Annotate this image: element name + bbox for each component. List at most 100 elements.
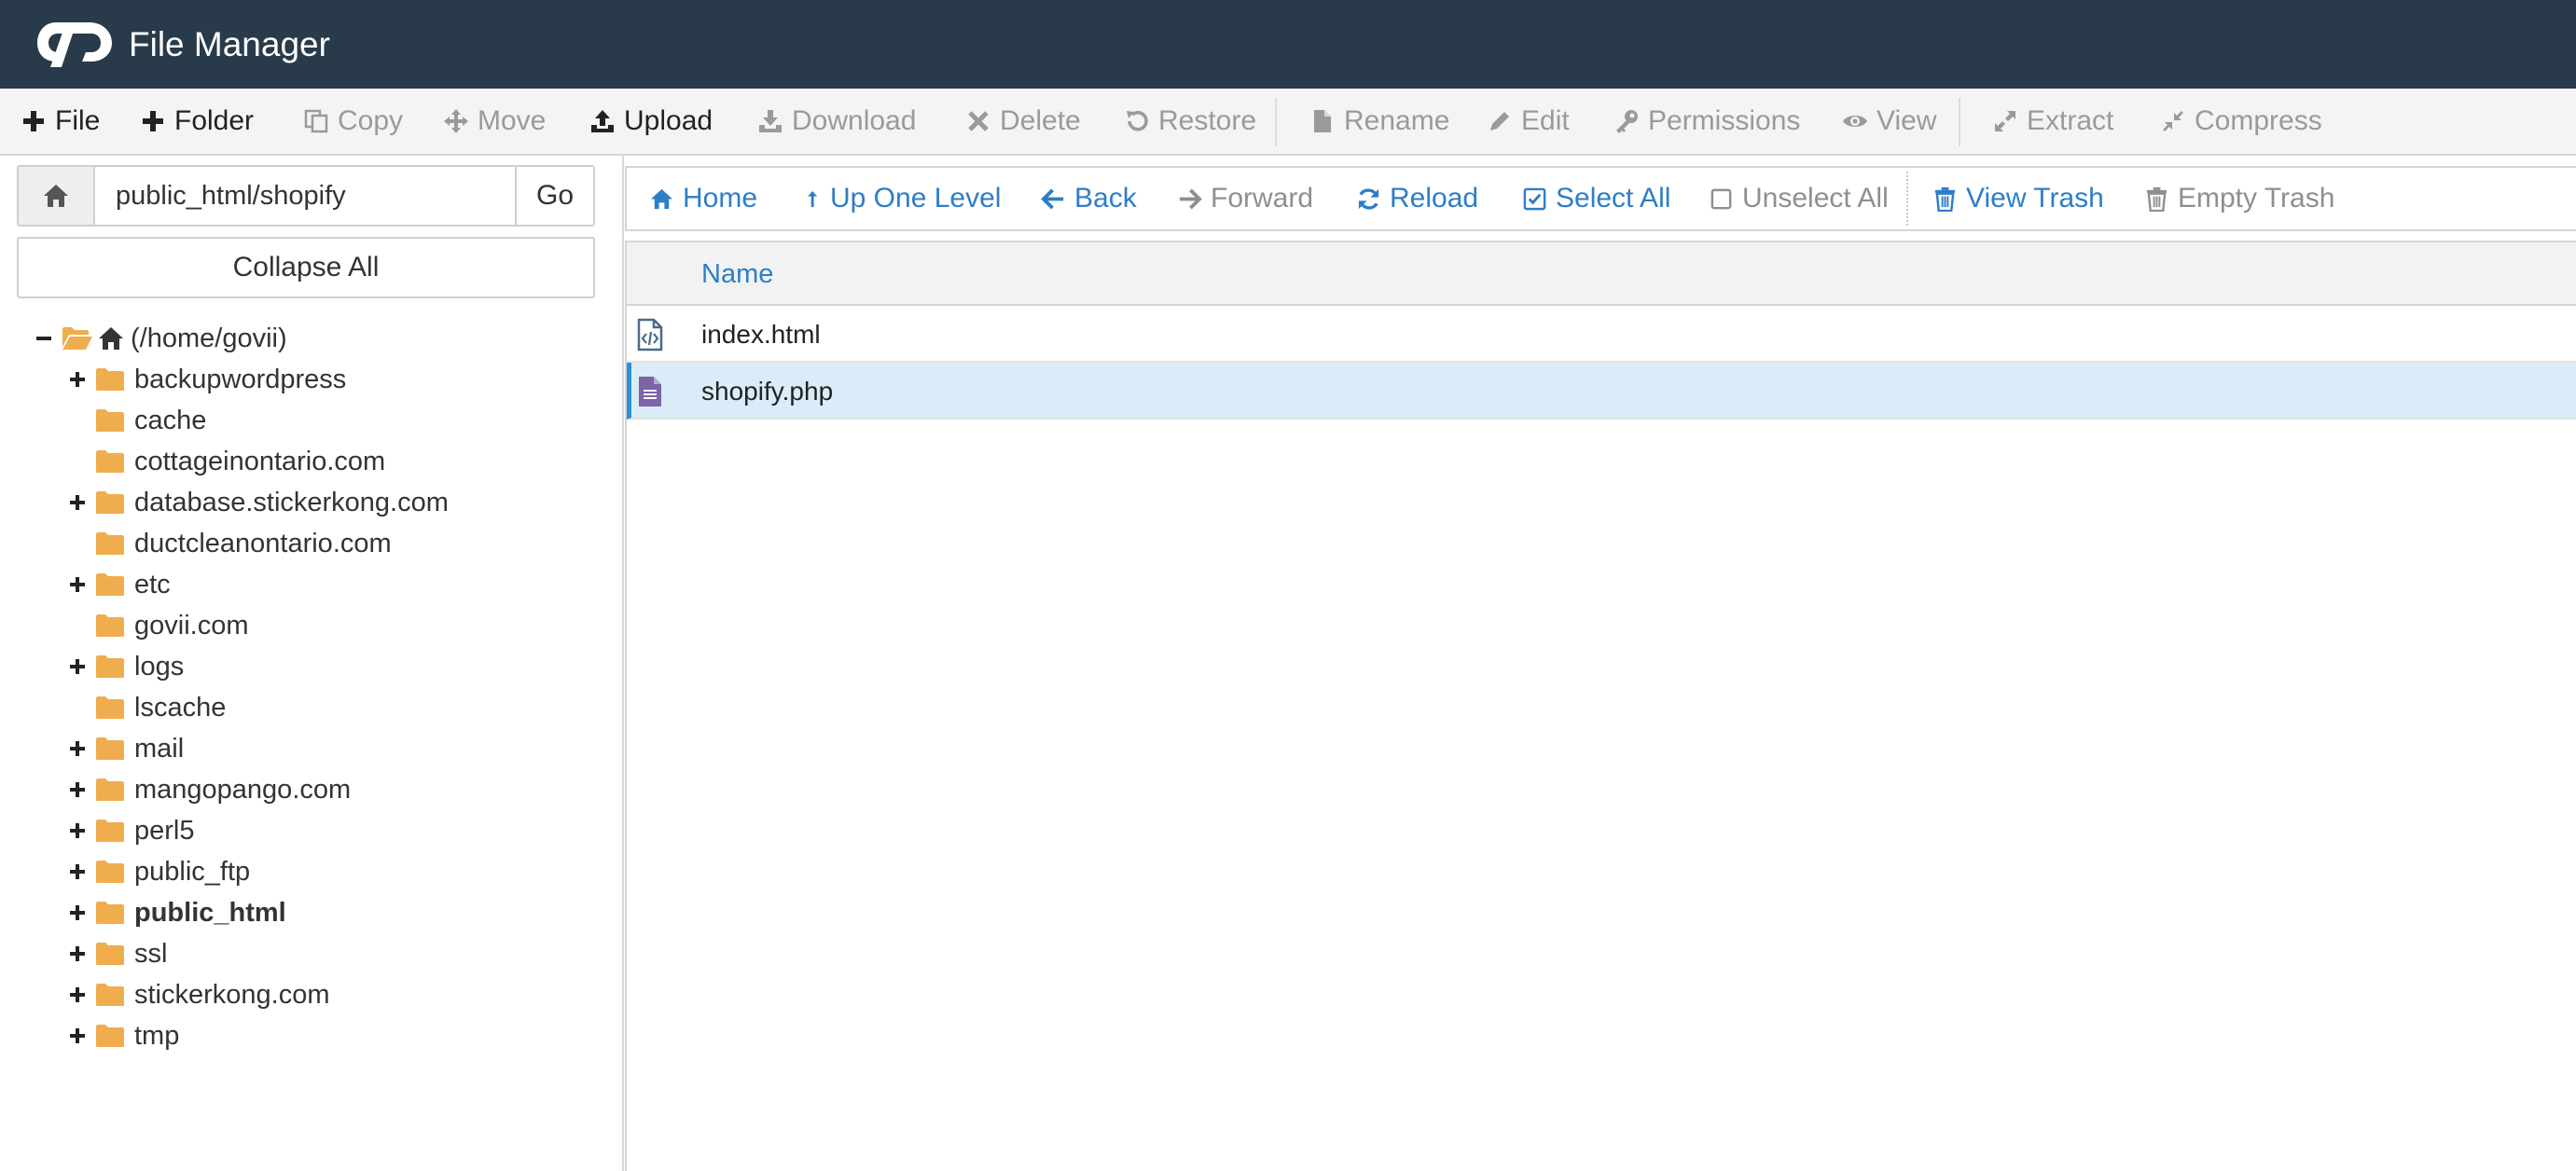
copy-button[interactable]: Copy bbox=[303, 89, 403, 154]
plus-icon bbox=[70, 905, 85, 920]
reload-button[interactable]: Reload bbox=[1356, 168, 1478, 229]
arrow-right-icon bbox=[1179, 187, 1202, 210]
edit-button[interactable]: Edit bbox=[1487, 89, 1570, 154]
view-button[interactable]: View bbox=[1842, 89, 1936, 154]
tree-expand-toggle[interactable] bbox=[67, 656, 88, 677]
navigation-toolbar: Home Up One Level Back Forward Reload Se… bbox=[625, 166, 2576, 231]
tree-item[interactable]: ductcleanontario.com bbox=[67, 523, 392, 564]
home-icon bbox=[44, 185, 68, 207]
tree-item[interactable]: perl5 bbox=[67, 810, 195, 851]
plus-icon bbox=[143, 111, 163, 131]
unselect-all-button[interactable]: Unselect All bbox=[1709, 168, 1889, 229]
tree-expand-toggle[interactable] bbox=[67, 1026, 88, 1046]
select-all-button[interactable]: Select All bbox=[1522, 168, 1670, 229]
view-trash-button[interactable]: View Trash bbox=[1932, 168, 2104, 229]
tree-item[interactable]: stickerkong.com bbox=[67, 974, 330, 1015]
html-file-icon bbox=[637, 318, 663, 351]
plus-icon bbox=[70, 495, 85, 510]
tree-item-label: ssl bbox=[134, 938, 168, 969]
tree-item-label: mail bbox=[134, 733, 185, 764]
plus-icon bbox=[70, 823, 85, 838]
folder-icon bbox=[96, 696, 124, 719]
copy-icon bbox=[304, 109, 328, 133]
restore-button[interactable]: Restore bbox=[1124, 89, 1256, 154]
app-header: File Manager bbox=[0, 0, 2576, 89]
tree-expand-toggle[interactable] bbox=[67, 944, 88, 964]
back-button[interactable]: Back bbox=[1041, 168, 1137, 229]
file-table: Name index.html shopify.php bbox=[625, 241, 2576, 1171]
tree-item[interactable]: cache bbox=[67, 400, 206, 441]
cpanel-logo-icon bbox=[37, 22, 112, 67]
trash-icon bbox=[1934, 186, 1956, 212]
tree-item[interactable]: database.stickerkong.com bbox=[67, 482, 449, 523]
tree-expand-toggle[interactable] bbox=[67, 779, 88, 800]
compress-button[interactable]: Compress bbox=[2160, 89, 2322, 154]
tree-expand-toggle[interactable] bbox=[67, 820, 88, 841]
tree-expand-toggle[interactable] bbox=[67, 861, 88, 882]
permissions-button[interactable]: Permissions bbox=[1613, 89, 1800, 154]
table-row[interactable]: shopify.php bbox=[627, 363, 2576, 420]
tree-expand-toggle[interactable] bbox=[67, 902, 88, 923]
plus-icon bbox=[70, 372, 85, 387]
forward-button[interactable]: Forward bbox=[1177, 168, 1313, 229]
file-icon bbox=[1314, 110, 1331, 132]
folder-icon bbox=[96, 491, 124, 514]
new-folder-button[interactable]: Folder bbox=[140, 89, 254, 154]
path-bar: Go bbox=[17, 165, 595, 227]
tree-item-label: backupwordpress bbox=[134, 364, 347, 394]
tree-item[interactable]: mail bbox=[67, 728, 184, 769]
tree-item[interactable]: lscache bbox=[67, 687, 226, 728]
tree-item[interactable]: cottageinontario.com bbox=[67, 441, 385, 482]
tree-item[interactable]: backupwordpress bbox=[67, 359, 346, 400]
path-home-button[interactable] bbox=[19, 167, 95, 225]
tree-expand-toggle[interactable] bbox=[67, 985, 88, 1005]
folder-icon bbox=[96, 984, 124, 1006]
tree-item-label: cottageinontario.com bbox=[134, 446, 386, 476]
plus-icon bbox=[70, 946, 85, 961]
tree-item-label: cache bbox=[134, 405, 207, 435]
up-one-level-button[interactable]: Up One Level bbox=[806, 168, 1001, 229]
expand-icon bbox=[1995, 111, 2015, 131]
folder-icon bbox=[96, 861, 124, 883]
key-icon bbox=[1616, 110, 1638, 133]
tree-item-label: public_ftp bbox=[134, 856, 251, 887]
tree-expand-toggle[interactable] bbox=[67, 738, 88, 759]
tree-item[interactable]: govii.com bbox=[67, 605, 249, 646]
tree-collapse-toggle[interactable] bbox=[34, 328, 54, 349]
tree-item[interactable]: etc bbox=[67, 564, 171, 605]
tree-expand-toggle[interactable] bbox=[67, 492, 88, 513]
download-button[interactable]: Download bbox=[757, 89, 916, 154]
tree-toggle-spacer bbox=[67, 615, 88, 636]
tree-item[interactable]: tmp bbox=[67, 1015, 179, 1056]
empty-trash-button[interactable]: Empty Trash bbox=[2144, 168, 2334, 229]
folder-icon bbox=[96, 409, 124, 432]
tree-item[interactable]: public_html bbox=[67, 892, 286, 933]
move-button[interactable]: Move bbox=[443, 89, 546, 154]
tree-item[interactable]: public_ftp bbox=[67, 851, 250, 892]
eye-icon bbox=[1843, 116, 1867, 127]
toolbar-separator bbox=[1275, 98, 1277, 146]
go-button[interactable]: Go bbox=[515, 167, 593, 225]
collapse-all-button[interactable]: Collapse All bbox=[17, 237, 595, 298]
tree-expand-toggle[interactable] bbox=[67, 369, 88, 390]
name-column-header[interactable]: Name bbox=[701, 259, 773, 290]
delete-button[interactable]: Delete bbox=[965, 89, 1081, 154]
tree-expand-toggle[interactable] bbox=[67, 574, 88, 595]
tree-item[interactable]: mangopango.com bbox=[67, 769, 351, 810]
tree-root[interactable]: (/home/govii) bbox=[34, 318, 287, 359]
home-icon bbox=[650, 188, 673, 209]
path-input[interactable] bbox=[97, 167, 515, 225]
tree-item[interactable]: logs bbox=[67, 646, 184, 687]
rename-button[interactable]: Rename bbox=[1309, 89, 1449, 154]
extract-button[interactable]: Extract bbox=[1992, 89, 2113, 154]
tree-item[interactable]: ssl bbox=[67, 933, 167, 974]
tree-item-label: etc bbox=[134, 569, 171, 599]
upload-button[interactable]: Upload bbox=[589, 89, 713, 154]
home-button[interactable]: Home bbox=[649, 168, 757, 229]
plus-icon bbox=[70, 659, 85, 674]
new-file-button[interactable]: File bbox=[21, 89, 100, 154]
folder-icon bbox=[96, 737, 124, 760]
panel-divider[interactable] bbox=[622, 156, 624, 1171]
table-row[interactable]: index.html bbox=[627, 306, 2576, 363]
tree-item-label: ductcleanontario.com bbox=[134, 528, 392, 558]
